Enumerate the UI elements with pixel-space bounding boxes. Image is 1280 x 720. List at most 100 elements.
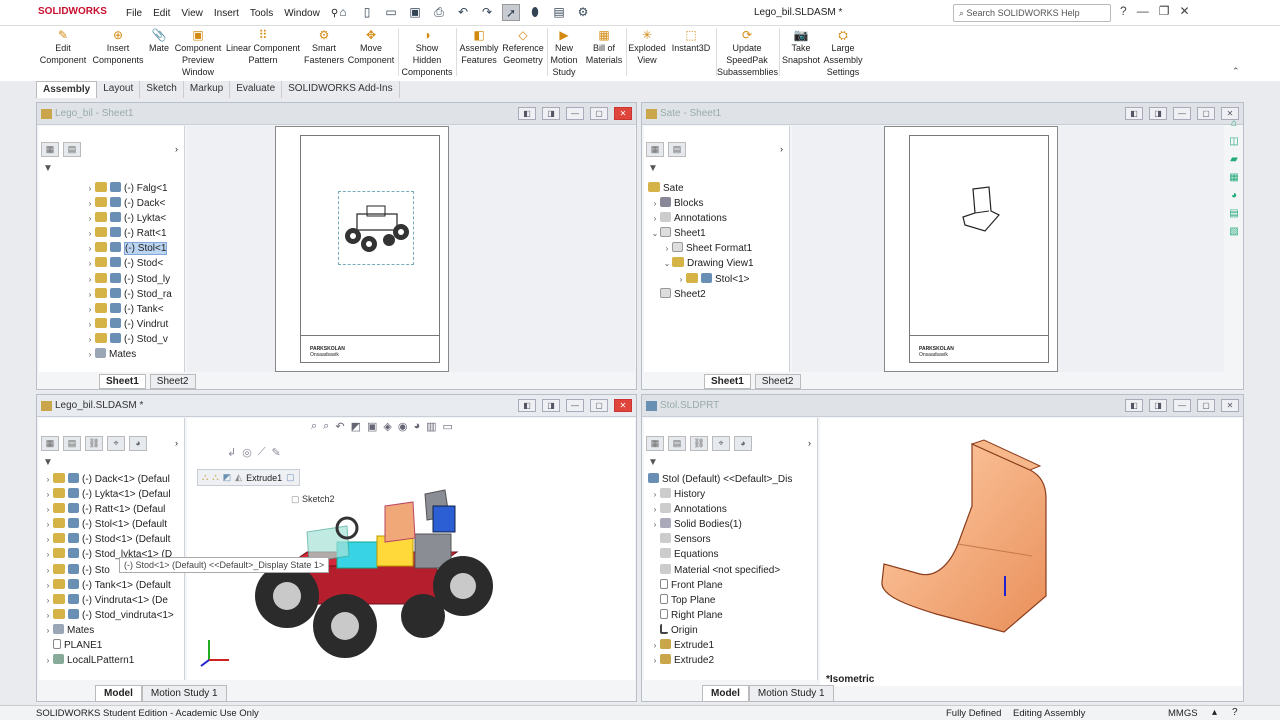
expand-icon[interactable]: › [85,256,95,271]
drawing-window-lego[interactable]: Lego_bil - Sheet1 ◧ ◨ — ▢ ✕ ▦ ▤ › ▼ › (-) Falg… [36,102,637,390]
minimize-icon[interactable]: — [566,107,584,120]
tab-sketch[interactable]: Sketch [140,81,184,98]
menu-insert[interactable]: Insert [214,8,239,19]
tree-item[interactable]: Front Plane [644,578,817,593]
maximize-icon[interactable]: ▢ [590,107,608,120]
tree-item[interactable]: Sate [644,181,789,196]
tab-sheet2[interactable]: Sheet2 [754,374,801,389]
tile-right-icon[interactable]: ◨ [1149,399,1167,412]
assembly-window[interactable]: Lego_bil.SLDASM * ◧ ◨ — ▢ ✕ ▦ ▤ ⛓ ⌖ ◕ › ▼ › (-) D… [36,394,637,702]
mate-button[interactable]: 📎 Mate [146,28,172,54]
tree-item[interactable]: Material <not specified> [644,563,817,578]
show-hidden-button[interactable]: ◑ Show Hidden Components [400,28,454,78]
graphics-area[interactable]: *Isometric [820,418,1242,686]
undo-icon[interactable]: ↶ [454,4,472,21]
expand-icon[interactable]: › [650,502,660,517]
drawing-area[interactable]: PARKSKOLAN Onsaadsavik [187,126,635,372]
tree-item[interactable]: › Annotations [644,502,817,517]
tab-evaluate[interactable]: Evaluate [230,81,283,98]
tile-right-icon[interactable]: ◨ [542,399,560,412]
resources-icon[interactable]: ◫ [1227,135,1241,149]
tree-item[interactable]: › Blocks [644,196,789,211]
close-icon[interactable]: ✕ [614,399,632,412]
options-icon[interactable]: ⚙ [574,4,592,21]
tree-item[interactable]: › (-) Dack< [39,196,184,211]
select-other-icon[interactable]: ↲ [227,446,236,459]
expand-icon[interactable]: › [43,517,53,532]
expand-icon[interactable]: › [43,472,53,487]
bill-of-materials-button[interactable]: ▦ Bill of Materials [584,28,624,66]
expand-arrow-icon[interactable]: › [808,438,811,448]
drawing-window-sate[interactable]: Sate - Sheet1 ◧ ◨ — ▢ ✕ ▦ ▤ › ▼ Sate › Blocks … [641,102,1244,390]
open-icon[interactable]: ▭ [382,4,400,21]
expand-arrow-icon[interactable]: › [175,438,178,448]
tree-item[interactable]: › (-) Falg<1 [39,181,184,196]
zoom-area-icon[interactable]: ⌕ [323,420,329,433]
tree-item[interactable]: › (-) Tank<1> (Default [39,578,184,593]
collapse-icon[interactable]: ⌄ [650,226,660,241]
tile-left-icon[interactable]: ◧ [1125,399,1143,412]
minimize-icon[interactable]: — [566,399,584,412]
tree-item[interactable]: › (-) Lykta<1> (Defaul [39,487,184,502]
tab-sheet2[interactable]: Sheet2 [149,374,196,389]
new-motion-study-button[interactable]: ▶ New Motion Study [548,28,580,78]
save-icon[interactable]: ▣ [406,4,424,21]
filter-icon[interactable]: ▼ [43,457,59,471]
restore-icon[interactable]: ❐ [1159,4,1170,18]
help-icon[interactable]: ? [1120,4,1127,18]
expand-icon[interactable]: › [43,547,53,562]
close-icon[interactable]: ✕ [1179,4,1189,18]
expand-icon[interactable]: › [85,181,95,196]
feature-tree-tab-icon[interactable]: ▦ [646,436,664,451]
expand-icon[interactable]: › [43,487,53,502]
expand-icon[interactable]: › [43,593,53,608]
property-tab-icon[interactable]: ▤ [668,436,686,451]
minimize-icon[interactable]: — [1137,4,1149,18]
forum-icon[interactable]: ▧ [1227,225,1241,239]
insert-components-button[interactable]: ⊕ Insert Components [90,28,146,66]
tree-item[interactable]: ⌄ Drawing View1 [644,256,789,271]
display-style-icon[interactable]: ◈ [383,420,391,433]
help-search-input[interactable]: ⌕ Search SOLIDWORKS Help [953,4,1111,22]
expand-icon[interactable]: › [85,287,95,302]
large-assembly-settings-button[interactable]: ⛭ Large Assembly Settings [822,28,864,78]
solidworks-logo[interactable]: SOLIDWORKS [38,6,107,17]
collapse-icon[interactable]: ⌄ [662,256,672,271]
property-tab-icon[interactable]: ▤ [668,142,686,157]
view-orientation-icon[interactable]: ▣ [367,420,377,433]
expand-icon[interactable]: › [650,196,660,211]
tree-item[interactable]: Top Plane [644,593,817,608]
hide-show-icon[interactable]: ◉ [398,420,408,433]
tree-item[interactable]: › (-) Ratt<1 [39,226,184,241]
tree-item-selected[interactable]: › (-) Stol<1 [39,241,184,256]
expand-icon[interactable]: › [650,638,660,653]
feature-tree-tab-icon[interactable]: ▦ [646,142,664,157]
tree-item[interactable]: Origin [644,623,817,638]
tree-item[interactable]: › (-) Vindrut [39,317,184,332]
design-library-icon[interactable]: ▰ [1227,153,1241,167]
redo-icon[interactable]: ↷ [478,4,496,21]
tile-left-icon[interactable]: ◧ [1125,107,1143,120]
status-units[interactable]: MMGS [1168,708,1198,719]
expand-icon[interactable]: › [85,241,95,256]
feature-tree-tab-icon[interactable]: ▦ [41,142,59,157]
tree-item[interactable]: › (-) Vindruta<1> (De [39,593,184,608]
seat-3d-model[interactable] [880,436,1080,646]
tab-addins[interactable]: SOLIDWORKS Add-Ins [282,81,400,98]
tree-item[interactable]: › Extrude2 [644,653,817,668]
tree-item[interactable]: › Sheet Format1 [644,241,789,256]
tree-item[interactable]: › (-) Stod< [39,256,184,271]
tree-item[interactable]: Right Plane [644,608,817,623]
expand-icon[interactable]: › [43,623,53,638]
expand-arrow-icon[interactable]: › [780,144,783,154]
expand-icon[interactable]: › [85,272,95,287]
tree-item[interactable]: Sensors [644,532,817,547]
tile-right-icon[interactable]: ◨ [542,107,560,120]
property-tab-icon[interactable]: ▤ [63,436,81,451]
menu-edit[interactable]: Edit [153,8,170,19]
config-tab-icon[interactable]: ⛓ [85,436,103,451]
menu-view[interactable]: View [181,8,203,19]
instant3d-button[interactable]: ⬚ Instant3D [669,28,713,54]
tree-item[interactable]: › (-) Lykta< [39,211,184,226]
expand-icon[interactable]: › [85,317,95,332]
